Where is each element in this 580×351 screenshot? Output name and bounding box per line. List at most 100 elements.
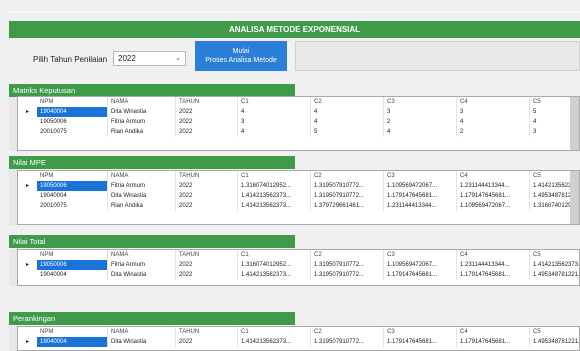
table-cell[interactable]: 1.231144413344... bbox=[457, 181, 530, 191]
row-selector[interactable] bbox=[18, 191, 37, 201]
column-header[interactable]: C1 bbox=[238, 327, 311, 337]
table-row[interactable]: 20010075 Rian Andika 2022 1.414213562373...… bbox=[18, 201, 579, 211]
column-header[interactable]: NAMA bbox=[108, 250, 176, 260]
column-header[interactable]: NAMA bbox=[108, 171, 176, 181]
column-header[interactable]: C3 bbox=[384, 171, 457, 181]
table-cell[interactable]: 1.109569472067... bbox=[384, 260, 457, 270]
column-header[interactable]: NPM bbox=[37, 250, 108, 260]
table-cell[interactable]: Fitria Armum bbox=[108, 260, 176, 270]
column-header[interactable]: NPM bbox=[37, 97, 108, 107]
row-pointer-icon[interactable]: ▸ bbox=[18, 181, 37, 191]
table-cell[interactable]: 4 bbox=[311, 117, 384, 127]
table-cell[interactable]: 3 bbox=[384, 107, 457, 117]
table-cell[interactable]: 2022 bbox=[176, 201, 238, 211]
table-cell[interactable]: 19040004 bbox=[37, 191, 108, 201]
table-cell[interactable]: 1.179147645681... bbox=[384, 270, 457, 280]
table-cell[interactable]: 1.414213562373... bbox=[530, 260, 579, 270]
table-cell[interactable]: 1.319507910772... bbox=[311, 181, 384, 191]
column-header[interactable]: NPM bbox=[37, 171, 108, 181]
column-header[interactable]: C4 bbox=[457, 327, 530, 337]
table-cell[interactable]: Fitria Armum bbox=[108, 181, 176, 191]
column-header[interactable]: C4 bbox=[457, 171, 530, 181]
column-header[interactable]: TAHUN bbox=[176, 171, 238, 181]
table-cell[interactable]: 2 bbox=[384, 117, 457, 127]
row-pointer-icon[interactable]: ▸ bbox=[18, 107, 37, 117]
year-select[interactable]: 2022 ⌄ bbox=[113, 51, 186, 66]
table-cell[interactable]: 2022 bbox=[176, 127, 238, 137]
table-cell[interactable]: Dita Winastia bbox=[108, 107, 176, 117]
row-pointer-icon[interactable]: ▸ bbox=[18, 260, 37, 270]
column-header[interactable]: C4 bbox=[457, 250, 530, 260]
table-cell[interactable]: 3 bbox=[457, 107, 530, 117]
column-header[interactable]: NAMA bbox=[108, 327, 176, 337]
table-cell[interactable]: 20010075 bbox=[37, 127, 108, 137]
table-cell[interactable]: 19040004 bbox=[37, 107, 108, 117]
table-row[interactable]: 19040004 Dita Winastia 2022 1.414213562373.… bbox=[18, 270, 579, 280]
table-cell[interactable]: 19050006 bbox=[37, 260, 108, 270]
column-header[interactable]: NAMA bbox=[108, 97, 176, 107]
table-cell[interactable]: 3 bbox=[238, 117, 311, 127]
table-cell[interactable]: 1.319507910772... bbox=[311, 191, 384, 201]
table-cell[interactable]: 2022 bbox=[176, 191, 238, 201]
column-header[interactable]: C4 bbox=[457, 97, 530, 107]
table-cell[interactable]: 2022 bbox=[176, 181, 238, 191]
row-pointer-icon[interactable]: ▸ bbox=[18, 337, 37, 347]
table-cell[interactable]: Rian Andika bbox=[108, 201, 176, 211]
table-cell[interactable]: 20010075 bbox=[37, 201, 108, 211]
vertical-scrollbar[interactable] bbox=[570, 97, 579, 150]
table-cell[interactable]: 1.414213562373... bbox=[238, 270, 311, 280]
table-cell[interactable]: 2022 bbox=[176, 117, 238, 127]
table-row[interactable]: 19040004 Dita Winastia 2022 1.414213562373.… bbox=[18, 191, 579, 201]
table-cell[interactable]: 1.495348781221... bbox=[530, 270, 579, 280]
row-selector[interactable] bbox=[18, 117, 37, 127]
table-cell[interactable]: Rian Andika bbox=[108, 127, 176, 137]
row-selector[interactable] bbox=[18, 270, 37, 280]
table-cell[interactable]: 1.179147645681... bbox=[384, 191, 457, 201]
column-header[interactable]: C1 bbox=[238, 250, 311, 260]
column-header[interactable]: C1 bbox=[238, 171, 311, 181]
table-cell[interactable]: 5 bbox=[311, 127, 384, 137]
table-cell[interactable]: 1.109569472067... bbox=[457, 201, 530, 211]
table-cell[interactable]: 2 bbox=[457, 127, 530, 137]
total-grid[interactable]: NPMNAMATAHUNC1C2C3C4C5TC▸19050006Fitria … bbox=[17, 249, 580, 286]
table-cell[interactable]: 1.414213562373... bbox=[238, 191, 311, 201]
table-cell[interactable]: 1.319507910772... bbox=[311, 270, 384, 280]
table-cell[interactable]: 1.231144413344... bbox=[457, 260, 530, 270]
mpe-grid[interactable]: NPM NAMA TAHUN C1 C2 C3 C4 C5 ▸ 19050006 Fitria Ar… bbox=[17, 170, 580, 225]
column-header[interactable]: TAHUN bbox=[176, 327, 238, 337]
table-cell[interactable]: Dita Winastia bbox=[108, 337, 176, 347]
table-cell[interactable]: 4 bbox=[311, 107, 384, 117]
row-selector[interactable] bbox=[18, 127, 37, 137]
table-cell[interactable]: 4 bbox=[457, 117, 530, 127]
column-header[interactable]: C3 bbox=[384, 97, 457, 107]
table-cell[interactable]: Dita Winastia bbox=[108, 270, 176, 280]
table-cell[interactable]: 2022 bbox=[176, 260, 238, 270]
table-cell[interactable]: Fitria Armum bbox=[108, 117, 176, 127]
column-header[interactable]: C2 bbox=[311, 97, 384, 107]
column-header[interactable]: C2 bbox=[311, 250, 384, 260]
table-row[interactable]: ▸ 19040004 Dita Winastia 2022 1.414213562373… bbox=[18, 337, 579, 347]
column-header[interactable]: C2 bbox=[311, 171, 384, 181]
table-row[interactable]: ▸ 19050006 Fitria Armum 2022 1.316074012952.… bbox=[18, 181, 579, 191]
table-cell[interactable]: 1.231144413344... bbox=[384, 201, 457, 211]
column-header[interactable]: TAHUN bbox=[176, 250, 238, 260]
table-cell[interactable]: 1.495348781221... bbox=[530, 337, 579, 347]
table-cell[interactable]: 4 bbox=[384, 127, 457, 137]
table-cell[interactable]: 1.414213562373... bbox=[238, 337, 311, 347]
table-cell[interactable]: 1.179147645681... bbox=[457, 191, 530, 201]
table-cell[interactable]: 2022 bbox=[176, 337, 238, 347]
column-header[interactable]: TAHUN bbox=[176, 97, 238, 107]
row-selector[interactable] bbox=[18, 201, 37, 211]
start-analysis-button[interactable]: Mulai Proses Analisa Metode bbox=[195, 41, 287, 71]
table-cell[interactable]: Dita Winastia bbox=[108, 191, 176, 201]
table-cell[interactable]: 19050006 bbox=[37, 117, 108, 127]
column-header[interactable]: C2 bbox=[311, 327, 384, 337]
column-header[interactable]: C5 bbox=[530, 327, 579, 337]
table-cell[interactable]: 2022 bbox=[176, 107, 238, 117]
column-header[interactable]: C3 bbox=[384, 250, 457, 260]
table-cell[interactable]: 1.319507910772... bbox=[311, 337, 384, 347]
ranking-grid[interactable]: NPMNAMATAHUNC1C2C3C4C5TC▸19040004Dita Wi… bbox=[17, 326, 580, 351]
table-row[interactable]: 20010075 Rian Andika 2022 4 5 4 2 3 bbox=[18, 127, 579, 137]
table-cell[interactable]: 4 bbox=[238, 107, 311, 117]
table-row[interactable]: ▸ 19050006 Fitria Armum 2022 1.316074012952.… bbox=[18, 260, 579, 270]
